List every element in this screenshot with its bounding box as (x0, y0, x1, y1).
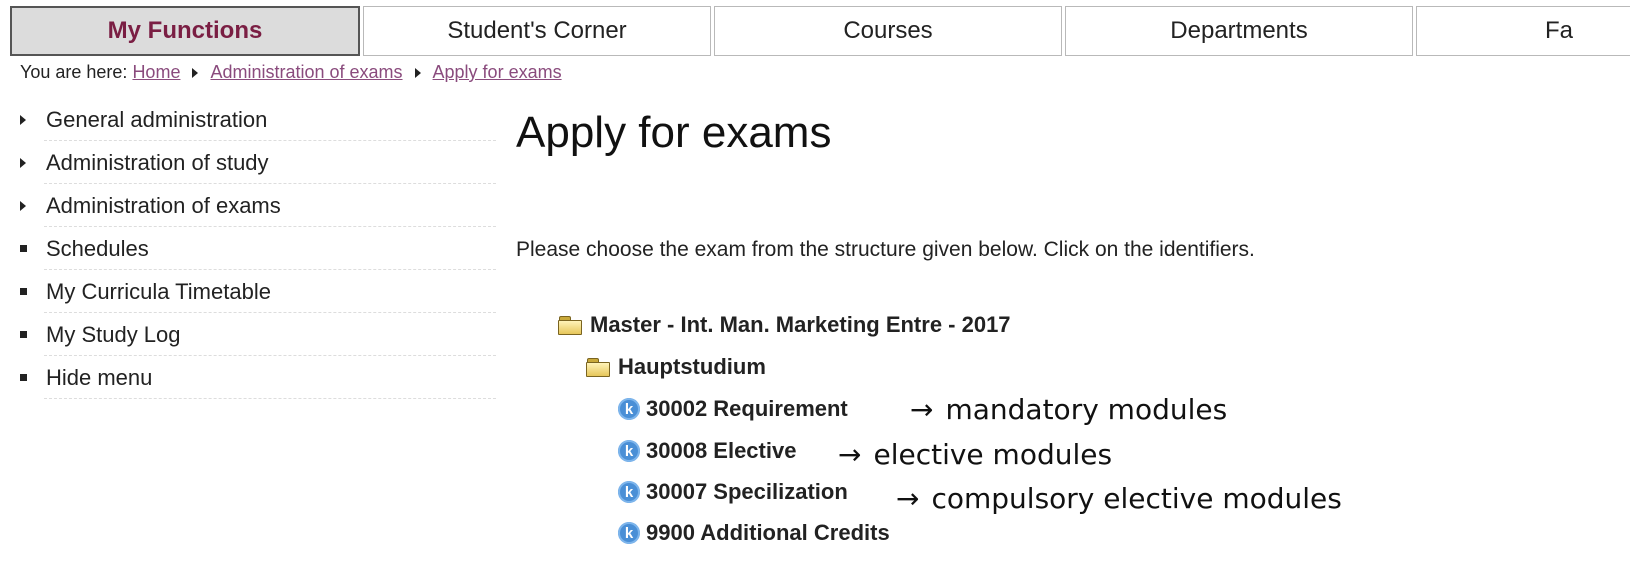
square-bullet-icon (20, 331, 27, 338)
square-bullet-icon (20, 245, 27, 252)
sidebar-item-label: Hide menu (46, 364, 153, 390)
sidebar-item-label: Schedules (46, 235, 149, 261)
sidebar-item-label: My Study Log (46, 321, 181, 347)
sidebar-item-label: Administration of study (46, 149, 269, 175)
square-bullet-icon (20, 288, 27, 295)
breadcrumb-home-link[interactable]: Home (132, 62, 180, 83)
exam-label: 9900 Additional Credits (646, 520, 890, 545)
k-icon: k (618, 440, 640, 462)
tab-courses[interactable]: Courses (714, 6, 1062, 56)
k-icon: k (618, 522, 640, 544)
arrow-right-icon: → (838, 438, 862, 471)
sidebar-item-general-administration[interactable]: General administration (18, 98, 496, 141)
sidebar-item-label: Administration of exams (46, 192, 281, 218)
sidebar-item-administration-of-study[interactable]: Administration of study (18, 141, 496, 184)
sidebar-item-label: My Curricula Timetable (46, 278, 271, 304)
tab-students-corner[interactable]: Student's Corner (363, 6, 711, 56)
triangle-right-icon (20, 200, 26, 211)
tab-departments[interactable]: Departments (1065, 6, 1413, 56)
folder-open-icon (586, 358, 612, 377)
annotation-mandatory: → mandatory modules (910, 393, 1227, 426)
triangle-right-icon (20, 114, 26, 125)
tab-my-functions[interactable]: My Functions (10, 6, 360, 56)
annotation-text: mandatory modules (945, 393, 1228, 426)
sidebar-item-my-study-log[interactable]: My Study Log (18, 313, 496, 356)
exam-label: 30002 Requirement (646, 396, 848, 421)
square-bullet-icon (20, 374, 27, 381)
sidebar-menu: General administration Administration of… (18, 98, 496, 399)
annotation-text: compulsory elective modules (931, 482, 1342, 515)
exam-label: 30008 Elective (646, 438, 797, 463)
k-icon: k (618, 481, 640, 503)
arrow-right-icon: → (910, 393, 934, 426)
annotation-elective: → elective modules (838, 438, 1112, 471)
tree-root-label: Master - Int. Man. Marketing Entre - 201… (590, 312, 1011, 337)
tree-root-node[interactable]: Master - Int. Man. Marketing Entre - 201… (558, 312, 1011, 338)
sidebar-item-administration-of-exams[interactable]: Administration of exams (18, 184, 496, 227)
page-title: Apply for exams (516, 108, 832, 157)
breadcrumb-prefix: You are here: (20, 62, 128, 82)
sidebar-item-label: General administration (46, 106, 268, 132)
tree-child-label: Hauptstudium (618, 354, 766, 379)
folder-open-icon (558, 316, 584, 335)
breadcrumb-admin-exams-link[interactable]: Administration of exams (210, 62, 402, 83)
sidebar-item-my-curricula-timetable[interactable]: My Curricula Timetable (18, 270, 496, 313)
k-icon: k (618, 398, 640, 420)
exam-item-30008-elective[interactable]: k 30008 Elective (618, 438, 796, 464)
exam-label: 30007 Specilization (646, 479, 848, 504)
sidebar-item-schedules[interactable]: Schedules (18, 227, 496, 270)
intro-text: Please choose the exam from the structur… (516, 238, 1255, 261)
breadcrumb-apply-exams-link[interactable]: Apply for exams (433, 62, 562, 83)
triangle-right-icon (20, 157, 26, 168)
tab-faculties-partial[interactable]: Fa (1416, 6, 1630, 56)
exam-item-30002-requirement[interactable]: k 30002 Requirement (618, 396, 848, 422)
tree-child-node[interactable]: Hauptstudium (586, 354, 766, 380)
annotation-text: elective modules (873, 438, 1113, 471)
arrow-right-icon: → (896, 482, 920, 515)
annotation-compulsory-elective: → compulsory elective modules (896, 482, 1342, 515)
breadcrumb-separator-icon (414, 67, 421, 78)
exam-item-30007-specilization[interactable]: k 30007 Specilization (618, 479, 848, 505)
breadcrumb: You are here: Home Administration of exa… (20, 62, 562, 83)
sidebar-item-hide-menu[interactable]: Hide menu (18, 356, 496, 399)
main-nav: My Functions Student's Corner Courses De… (10, 6, 1630, 58)
breadcrumb-separator-icon (192, 67, 199, 78)
exam-item-9900-additional-credits[interactable]: k 9900 Additional Credits (618, 520, 890, 546)
